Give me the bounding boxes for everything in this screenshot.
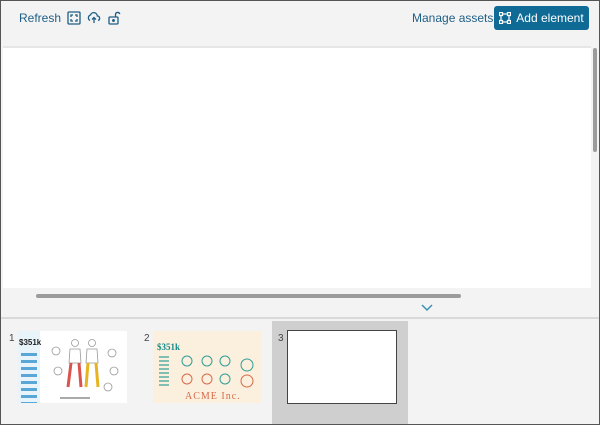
fit-screen-icon[interactable] bbox=[67, 11, 81, 25]
unlock-icon[interactable] bbox=[107, 11, 121, 25]
slide-thumbnail-strip: 1 $351k 2 $351k ACME Inc. 3 bbox=[1, 317, 599, 424]
add-element-icon bbox=[499, 12, 512, 24]
slide-2-brand: ACME Inc. bbox=[185, 391, 241, 402]
canvas-area bbox=[1, 37, 599, 312]
horizontal-scrollbar[interactable] bbox=[36, 294, 461, 298]
app-window: Refresh Manage assets Add element 1 $351… bbox=[0, 0, 600, 425]
chevron-down-icon[interactable] bbox=[420, 303, 434, 313]
slide-thumbnail-1[interactable]: 1 $351k bbox=[3, 321, 131, 424]
people-illustration-icon bbox=[51, 339, 119, 392]
upload-icon[interactable] bbox=[87, 11, 101, 25]
manage-assets-link[interactable]: Manage assets bbox=[412, 11, 493, 25]
add-element-label: Add element bbox=[516, 11, 584, 25]
slide-1-price: $351k bbox=[19, 338, 42, 347]
slide-number: 2 bbox=[144, 333, 150, 344]
slide-2-price: $351k bbox=[157, 342, 181, 352]
refresh-link[interactable]: Refresh bbox=[19, 11, 61, 25]
slide-3-preview bbox=[287, 330, 397, 404]
add-element-button[interactable]: Add element bbox=[494, 6, 589, 30]
slide-1-preview: $351k bbox=[18, 331, 127, 403]
slide-number: 1 bbox=[9, 333, 15, 344]
vertical-scrollbar[interactable] bbox=[593, 48, 597, 152]
slide-thumbnail-3[interactable]: 3 bbox=[272, 321, 408, 424]
slide-canvas[interactable] bbox=[3, 46, 591, 288]
infographic-icons bbox=[159, 355, 254, 388]
slide-number: 3 bbox=[278, 333, 284, 344]
toolbar: Refresh Manage assets Add element bbox=[1, 1, 599, 37]
slide-thumbnail-2[interactable]: 2 $351k ACME Inc. bbox=[138, 321, 266, 424]
slide-2-preview: $351k ACME Inc. bbox=[153, 331, 261, 403]
